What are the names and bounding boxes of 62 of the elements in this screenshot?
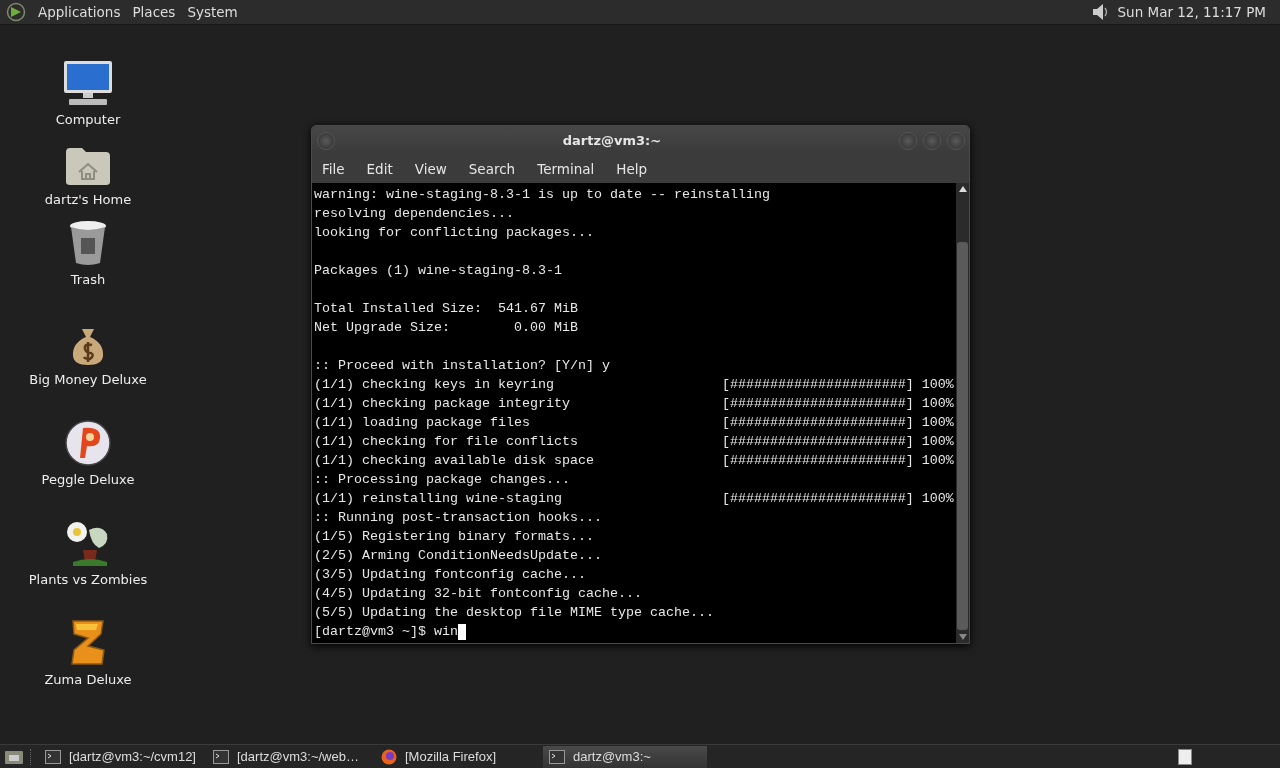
command-prompt[interactable]: [dartz@vm3 ~]$ win [314,622,458,641]
terminal-line: :: Running post-transaction hooks... [314,509,603,527]
show-desktop-icon[interactable] [4,748,24,765]
taskbar-button[interactable]: [dartz@vm3:~/web… [207,745,371,768]
menu-item[interactable]: Search [460,161,524,177]
terminal-line: (1/1) checking for file conflicts [######################] 100% [314,433,955,451]
terminal-line: warning: wine-staging-8.3-1 is up to date -- reinstalling [314,186,771,204]
scroll-thumb[interactable] [957,242,968,630]
terminal-line: (1/1) checking keys in keyring [######################] 100% [314,376,955,394]
taskbar-button[interactable]: [dartz@vm3:~/cvm12] [39,745,203,768]
terminal-line: (1/1) checking package integrity [######################] 100% [314,395,955,413]
trash-icon[interactable] [68,220,108,266]
clock[interactable]: Sun Mar 12, 11:17 PM [1117,4,1266,20]
terminal-line: Total Installed Size: 541.67 MiB [314,300,579,318]
desktop-icon-label[interactable]: Zuma Deluxe [44,672,132,687]
terminal-line: (1/1) reinstalling wine-staging [######################] 100% [314,490,955,508]
speaker-icon[interactable] [1091,2,1108,22]
home-folder-icon[interactable] [65,146,111,186]
menu-logo-icon[interactable] [6,2,26,22]
terminal-line: (1/1) loading package files [######################] 100% [314,414,955,432]
desktop-icon-label[interactable]: Big Money Deluxe [29,372,147,387]
terminal-line: (3/5) Updating fontconfig cache... [314,566,587,584]
desktop-icon-label[interactable]: dartz's Home [44,192,132,207]
monitor-icon[interactable] [63,60,113,106]
terminal-line: Net Upgrade Size: 0.00 MiB [314,319,579,337]
scroll-down-icon[interactable] [958,634,967,640]
terminal-line: looking for conflicting packages... [314,224,595,242]
money-bag-icon[interactable] [70,326,106,366]
terminal-line: resolving dependencies... [314,205,515,223]
terminal-icon [45,749,61,764]
menu-item[interactable]: Help [608,161,656,177]
desktop-icon-label[interactable]: Computer [55,112,121,127]
text-cursor [457,623,466,640]
terminal-line: (1/1) checking available disk space [######################] 100% [314,452,955,470]
terminal-line: :: Processing package changes... [314,471,571,489]
panel-menu[interactable]: Places [126,4,182,20]
menu-item[interactable]: Terminal [529,161,603,177]
terminal-line: Packages (1) wine-staging-8.3-1 [314,262,563,280]
desktop-icon-label[interactable]: Peggle Deluxe [41,472,135,487]
menu-item[interactable]: View [406,161,455,177]
terminal-icon [549,749,565,764]
scroll-up-icon[interactable] [958,186,967,192]
stone-block-icon[interactable] [68,618,108,666]
panel-menu[interactable]: Applications [32,4,127,20]
terminal-line: :: Proceed with installation? [Y/n] y [314,357,611,375]
desktop-icon-label[interactable]: Plants vs Zombies [28,572,148,587]
scrollbar[interactable] [956,183,969,643]
menu-item[interactable]: Edit [358,161,401,177]
peggle-ball-icon[interactable] [65,420,111,466]
taskbar-button[interactable]: [Mozilla Firefox] [375,745,539,768]
workspace-switcher[interactable] [1178,748,1192,765]
window-title: dartz@vm3:~ [561,133,663,148]
menu-item[interactable]: File [314,161,353,177]
taskbar-button[interactable]: dartz@vm3:~ [543,745,707,768]
panel-menu[interactable]: System [181,4,244,20]
terminal-line: (1/5) Registering binary formats... [314,528,595,546]
terminal-line: (5/5) Updating the desktop file MIME type cache... [314,604,715,622]
terminal-line: (4/5) Updating 32-bit fontconfig cache... [314,585,643,603]
firefox-icon [381,748,397,765]
terminal-icon [213,749,229,764]
terminal-line: (2/5) Arming ConditionNeedsUpdate... [314,547,603,565]
desktop-icon-label[interactable]: Trash [70,272,106,287]
